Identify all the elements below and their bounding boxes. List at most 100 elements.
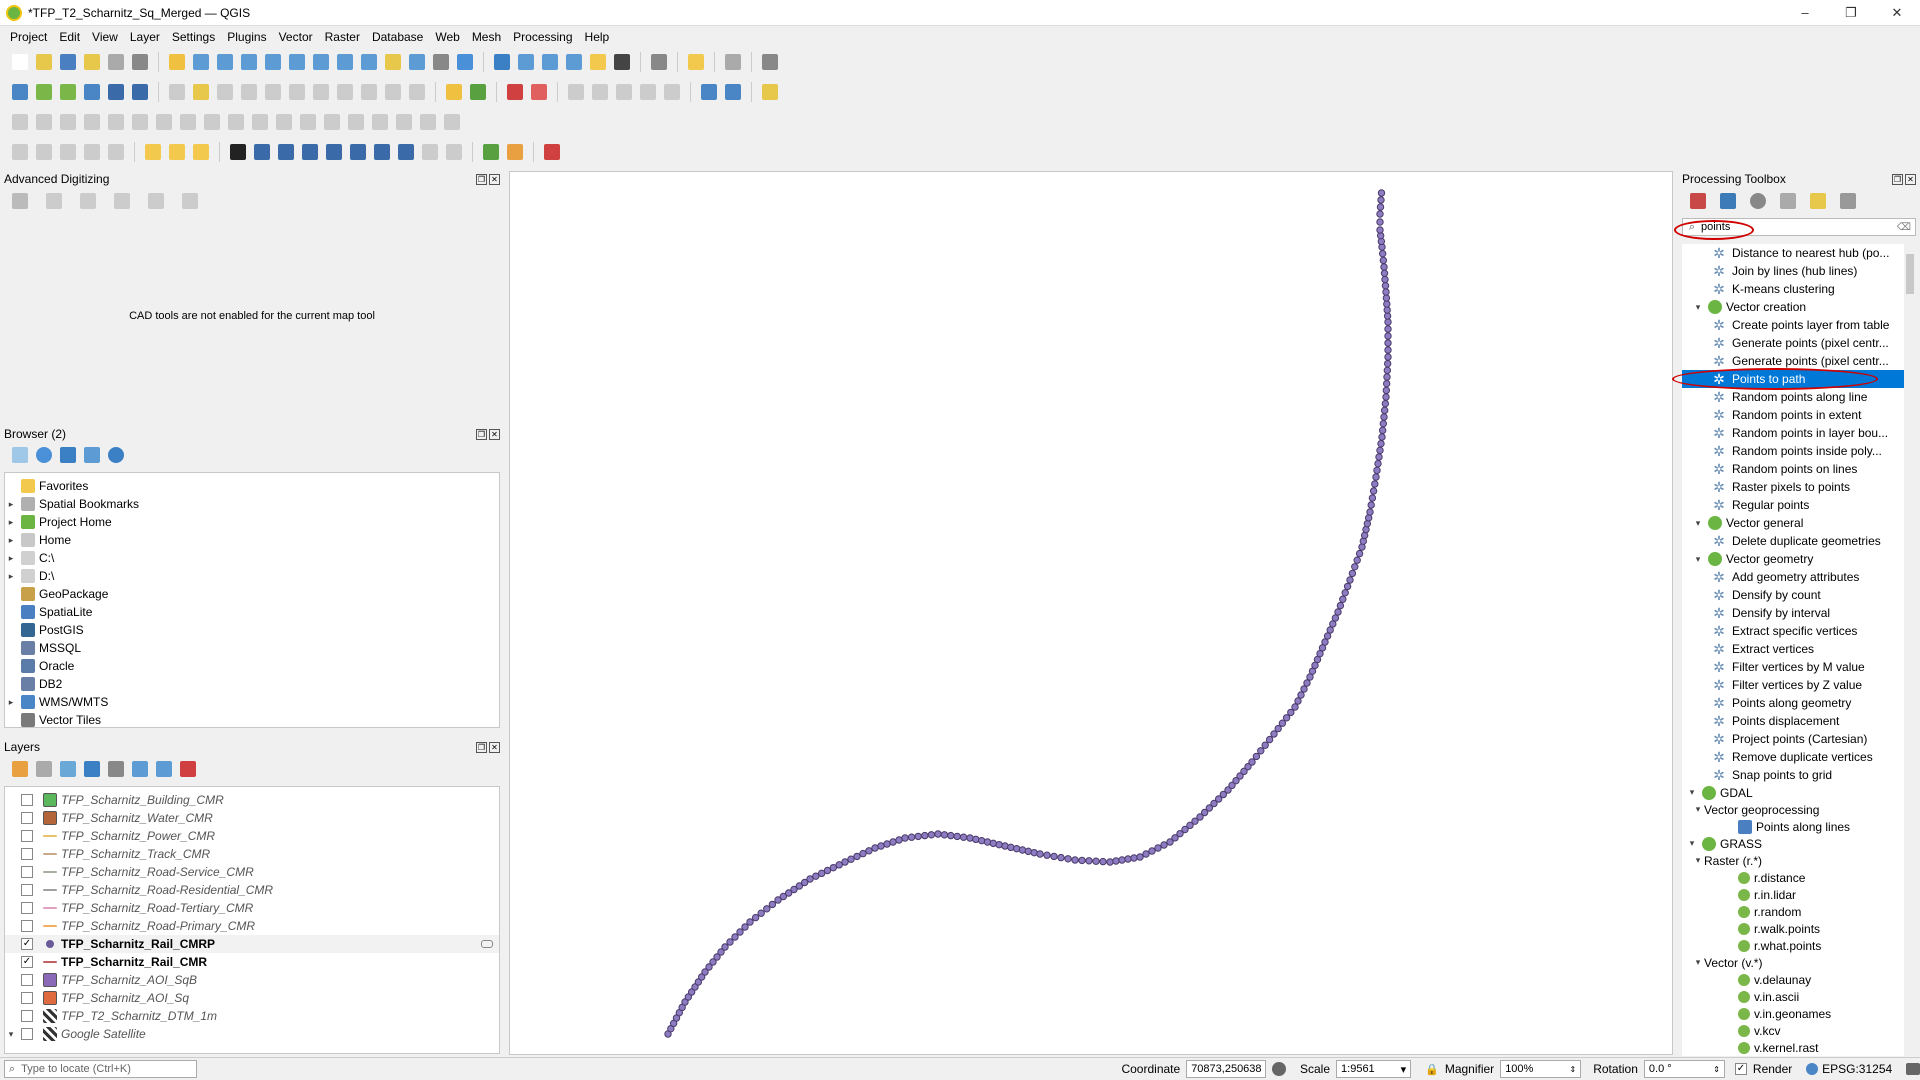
tb4-tool-12-icon[interactable]	[278, 144, 294, 160]
tb4-tool-19-icon[interactable]	[446, 144, 462, 160]
lock-scale-icon[interactable]: 🔒	[1425, 1063, 1439, 1076]
tb4-tool-24-icon[interactable]	[544, 144, 560, 160]
menu-item-database[interactable]: Database	[366, 30, 429, 44]
remove-layer-icon[interactable]	[180, 761, 196, 777]
tb2-tool-22-icon[interactable]	[507, 84, 523, 100]
tb3-tool-11-icon[interactable]	[276, 114, 292, 130]
rail-point[interactable]	[1381, 282, 1390, 290]
tb4-tool-18-icon[interactable]	[422, 144, 438, 160]
rail-point[interactable]	[1381, 399, 1390, 408]
tb2-tool-14-icon[interactable]	[337, 84, 353, 100]
algorithm-item[interactable]: ✲ Generate points (pixel centr...	[1682, 352, 1904, 370]
browser-item[interactable]: MSSQL	[5, 639, 499, 657]
tb2-tool-3-icon[interactable]	[84, 84, 100, 100]
tb4-tool-1-icon[interactable]	[36, 144, 52, 160]
render-checkbox[interactable]: ✓	[1734, 1063, 1747, 1075]
tb2-tool-4-icon[interactable]	[108, 84, 124, 100]
float-panel-icon[interactable]: ❐	[1892, 173, 1903, 185]
rail-point[interactable]	[995, 840, 1003, 849]
rail-point[interactable]	[746, 918, 754, 926]
messages-icon[interactable]	[1906, 1063, 1920, 1075]
rail-point[interactable]	[1373, 466, 1381, 475]
cad-enable-icon[interactable]	[12, 193, 28, 209]
menu-item-view[interactable]: View	[86, 30, 124, 44]
tb1-tool-10-icon[interactable]	[241, 54, 257, 70]
rail-point[interactable]	[736, 928, 744, 936]
add-selected-layers-icon[interactable]	[12, 447, 28, 463]
rail-point[interactable]	[1380, 406, 1389, 415]
menu-item-vector[interactable]: Vector	[273, 30, 319, 44]
algorithm-item[interactable]: ✲ Points displacement	[1682, 712, 1904, 730]
rail-point[interactable]	[1001, 842, 1009, 850]
layer-row[interactable]: TFP_Scharnitz_AOI_SqB	[5, 971, 499, 989]
rail-point[interactable]	[859, 849, 867, 858]
crs-label[interactable]: EPSG:31254	[1822, 1062, 1892, 1076]
rail-point[interactable]	[1384, 353, 1392, 361]
rail-point[interactable]	[1382, 288, 1390, 296]
algorithm-item[interactable]: ✲ Random points in extent	[1682, 406, 1904, 424]
rail-point[interactable]	[1278, 719, 1287, 727]
tb1-tool-0-icon[interactable]	[12, 54, 28, 70]
tb3-tool-5-icon[interactable]	[132, 114, 148, 130]
tb2-tool-26-icon[interactable]	[592, 84, 608, 100]
menu-item-mesh[interactable]: Mesh	[466, 30, 507, 44]
rail-point[interactable]	[1118, 856, 1126, 864]
rail-point[interactable]	[1382, 294, 1391, 302]
algorithm-item[interactable]: v.kernel.rast	[1682, 1039, 1904, 1056]
algorithm-item[interactable]: v.in.ascii	[1682, 988, 1904, 1005]
tb3-tool-15-icon[interactable]	[372, 114, 388, 130]
rail-point[interactable]	[1050, 852, 1058, 861]
cad-construction-icon[interactable]	[46, 193, 62, 209]
rail-point[interactable]	[983, 838, 992, 846]
algorithm-item[interactable]: ✲ Raster pixels to points	[1682, 478, 1904, 496]
rail-point[interactable]	[1300, 685, 1308, 693]
rail-point[interactable]	[1382, 379, 1391, 388]
tb2-tool-9-icon[interactable]	[217, 84, 233, 100]
browser-item[interactable]: GeoPackage	[5, 585, 499, 603]
rail-point[interactable]	[763, 905, 771, 913]
algorithm-item[interactable]: ✲ Join by lines (hub lines)	[1682, 262, 1904, 280]
tb2-tool-10-icon[interactable]	[241, 84, 257, 100]
tb2-tool-0-icon[interactable]	[12, 84, 28, 100]
rail-point[interactable]	[841, 858, 849, 866]
cad-lock-icon[interactable]	[182, 193, 198, 209]
tb3-tool-16-icon[interactable]	[396, 114, 412, 130]
manage-map-themes-icon[interactable]	[60, 761, 76, 777]
rail-point[interactable]	[1358, 543, 1366, 551]
rail-point[interactable]	[914, 832, 922, 841]
algorithm-item[interactable]: ✲ Filter vertices by Z value	[1682, 676, 1904, 694]
toolbox-group[interactable]: ▾ Vector creation	[1682, 298, 1904, 316]
rail-point[interactable]	[1057, 853, 1065, 862]
browser-item[interactable]: Favorites	[5, 477, 499, 495]
rail-point[interactable]	[1351, 563, 1359, 571]
rail-point[interactable]	[1007, 843, 1015, 852]
rail-point[interactable]	[977, 836, 986, 845]
layer-visibility-checkbox[interactable]	[21, 1028, 33, 1040]
layer-visibility-checkbox[interactable]	[21, 902, 33, 914]
toolbox-scrollbar[interactable]	[1904, 244, 1916, 1056]
rail-point[interactable]	[1130, 854, 1138, 862]
tb3-tool-7-icon[interactable]	[180, 114, 196, 130]
rail-point[interactable]	[1383, 373, 1391, 381]
rail-point[interactable]	[1368, 494, 1377, 502]
browser-item[interactable]: ▸ Home	[5, 531, 499, 549]
algorithm-item[interactable]: ✲ Random points on lines	[1682, 460, 1904, 478]
filter-icon[interactable]	[60, 447, 76, 463]
crs-globe-icon[interactable]	[1806, 1063, 1819, 1075]
layer-row[interactable]: ✓ TFP_Scharnitz_Rail_CMRP	[5, 935, 499, 953]
close-panel-icon[interactable]: ✕	[489, 428, 500, 440]
tb1-tool-22-icon[interactable]	[518, 54, 534, 70]
tb2-tool-15-icon[interactable]	[361, 84, 377, 100]
layer-row[interactable]: TFP_Scharnitz_Track_CMR	[5, 845, 499, 863]
rail-point[interactable]	[1376, 218, 1384, 226]
expand-arrow-icon[interactable]: ▾	[1692, 855, 1704, 866]
algorithm-item[interactable]: ✲ Regular points	[1682, 496, 1904, 514]
layer-visibility-checkbox[interactable]	[21, 974, 33, 986]
browser-item[interactable]: Oracle	[5, 657, 499, 675]
tb2-tool-19-icon[interactable]	[446, 84, 462, 100]
expand-arrow-icon[interactable]: ▸	[5, 697, 17, 708]
rail-point[interactable]	[721, 943, 729, 951]
expand-arrow-icon[interactable]: ▾	[1692, 302, 1704, 313]
algorithm-item[interactable]: ✲ Project points (Cartesian)	[1682, 730, 1904, 748]
tb1-tool-28-icon[interactable]	[651, 54, 667, 70]
